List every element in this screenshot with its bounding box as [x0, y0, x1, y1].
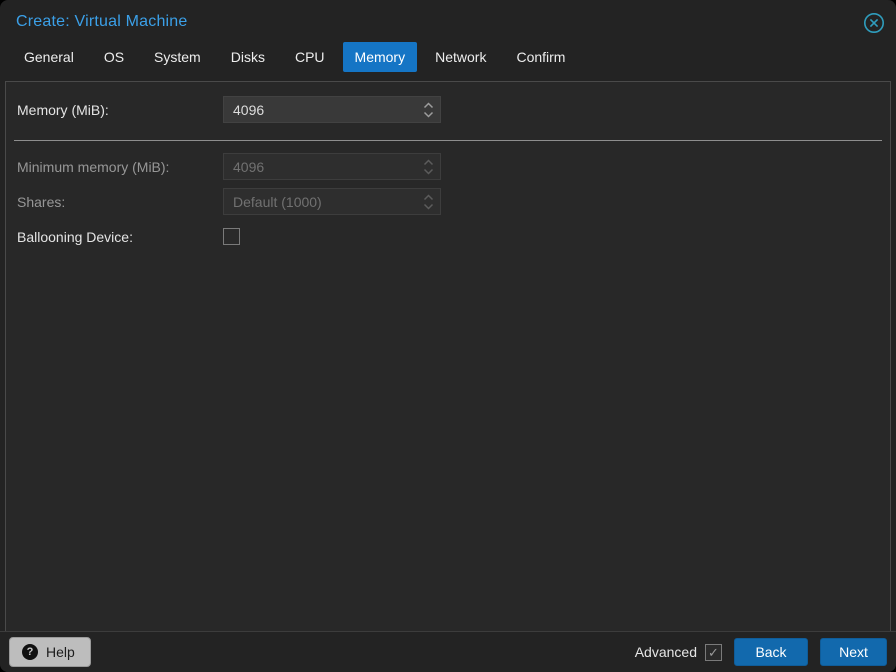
ballooning-checkbox[interactable]: [223, 228, 240, 245]
close-icon: [863, 12, 885, 37]
min-memory-label: Minimum memory (MiB):: [17, 158, 170, 175]
shares-input: [223, 188, 441, 215]
section-divider: [14, 140, 882, 141]
back-button[interactable]: Back: [734, 638, 808, 666]
shares-spinner-icon: [423, 188, 434, 215]
shares-label: Shares:: [17, 193, 66, 210]
min-memory-spinner-icon: [423, 153, 434, 180]
help-button[interactable]: ? Help: [9, 637, 91, 667]
min-memory-field: [223, 153, 441, 180]
memory-input[interactable]: [223, 96, 441, 123]
ballooning-row: Ballooning Device:: [6, 228, 890, 245]
min-memory-input: [223, 153, 441, 180]
shares-row: Shares:: [6, 188, 890, 215]
dialog-footer: ? Help Advanced ✓ Back Next: [0, 631, 896, 672]
tab-memory[interactable]: Memory: [342, 42, 418, 72]
advanced-checkbox[interactable]: ✓: [705, 643, 722, 661]
create-vm-dialog: Create: Virtual Machine General OS Syste…: [0, 0, 896, 672]
advanced-label: Advanced: [634, 644, 697, 660]
ballooning-label: Ballooning Device:: [17, 228, 133, 245]
tab-general[interactable]: General: [12, 42, 86, 72]
tab-disks[interactable]: Disks: [219, 42, 277, 72]
next-button[interactable]: Next: [820, 638, 887, 666]
tab-confirm[interactable]: Confirm: [504, 42, 577, 72]
memory-form-panel: Memory (MiB): Minimum memory (MiB):: [5, 81, 891, 631]
close-button[interactable]: [862, 12, 886, 36]
memory-field: [223, 96, 441, 123]
memory-row: Memory (MiB):: [6, 96, 890, 123]
help-icon: ?: [22, 644, 38, 660]
tab-os[interactable]: OS: [92, 42, 136, 72]
tab-system[interactable]: System: [142, 42, 213, 72]
shares-field: [223, 188, 441, 215]
dialog-title: Create: Virtual Machine: [16, 13, 188, 30]
tab-network[interactable]: Network: [423, 42, 498, 72]
tab-cpu[interactable]: CPU: [283, 42, 337, 72]
memory-label: Memory (MiB):: [17, 101, 109, 118]
memory-spinner-icon[interactable]: [423, 96, 434, 123]
wizard-tabbar: General OS System Disks CPU Memory Netwo…: [0, 33, 896, 81]
min-memory-row: Minimum memory (MiB):: [6, 153, 890, 180]
footer-actions: Advanced ✓ Back Next: [635, 638, 887, 666]
dialog-header: Create: Virtual Machine: [0, 0, 896, 33]
help-button-label: Help: [46, 644, 75, 660]
